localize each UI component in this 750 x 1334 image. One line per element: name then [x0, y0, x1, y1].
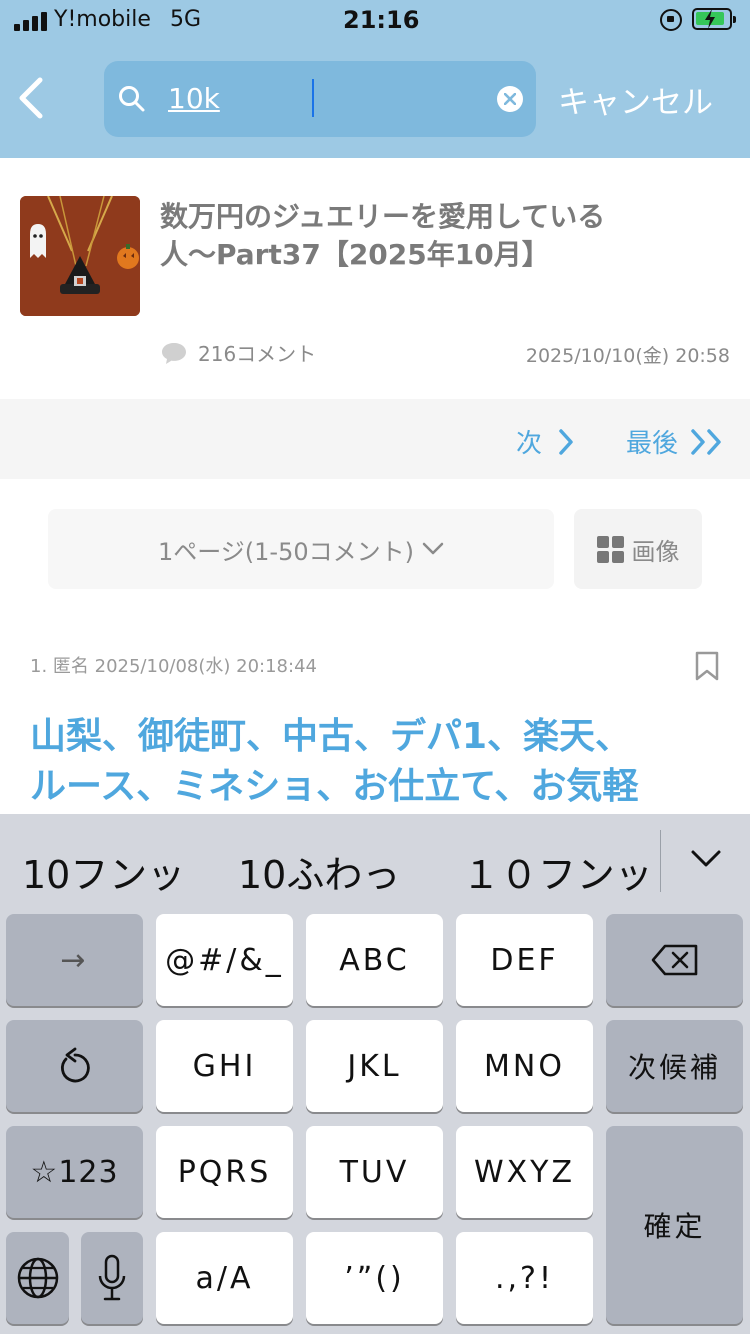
- thread-title-line-1: 数万円のジュエリーを愛用している: [160, 200, 606, 233]
- carrier-name: Y!mobile: [54, 7, 151, 32]
- expand-suggestions-button[interactable]: [690, 848, 722, 874]
- header: Y!mobile 5G 21:16 10k キャンセル: [0, 0, 750, 158]
- thread-title-line-2: 人〜Part37【2025年10月】: [160, 238, 550, 271]
- key-pqrs[interactable]: PQRS: [156, 1126, 293, 1218]
- undo-icon: [60, 1047, 90, 1083]
- key-ghi[interactable]: GHI: [156, 1020, 293, 1112]
- key-symbols[interactable]: @#/&_: [156, 914, 293, 1006]
- cancel-button[interactable]: キャンセル: [558, 77, 713, 122]
- comment-count-label: 216コメント: [198, 342, 317, 366]
- image-view-button[interactable]: 画像: [574, 509, 702, 589]
- battery-icon: [692, 8, 736, 30]
- key-backspace[interactable]: [606, 914, 743, 1006]
- status-bar: Y!mobile 5G 21:16: [0, 0, 750, 44]
- key-abc[interactable]: ABC: [306, 914, 443, 1006]
- search-input[interactable]: 10k: [168, 82, 220, 115]
- status-time: 21:16: [343, 6, 420, 34]
- clear-search-button[interactable]: [497, 86, 523, 112]
- grid-icon: [596, 535, 624, 563]
- key-jkl[interactable]: JKL: [306, 1020, 443, 1112]
- suggestion-3[interactable]: １０フンッ: [462, 844, 653, 899]
- last-page-link[interactable]: 最後: [626, 423, 726, 460]
- microphone-icon: [98, 1254, 126, 1301]
- thread-title[interactable]: 数万円のジュエリーを愛用している 人〜Part37【2025年10月】: [160, 198, 720, 274]
- key-wxyz[interactable]: WXYZ: [456, 1126, 593, 1218]
- key-globe[interactable]: [6, 1232, 69, 1324]
- key-undo[interactable]: [6, 1020, 143, 1112]
- key-confirm[interactable]: 確定: [606, 1126, 743, 1324]
- key-arrow[interactable]: →: [6, 914, 143, 1006]
- comment-body-line-2: ルース、ミネショ、お仕立て、お気軽: [30, 766, 639, 807]
- network-type: 5G: [170, 7, 202, 32]
- signal-icon: [14, 12, 47, 31]
- chevron-down-icon: [422, 542, 444, 555]
- speech-bubble-icon: [162, 342, 186, 364]
- next-label: 次: [516, 429, 543, 459]
- backspace-icon: [651, 944, 697, 976]
- next-page-link[interactable]: 次: [516, 423, 574, 460]
- key-case-toggle[interactable]: a/A: [156, 1232, 293, 1324]
- suggestion-bar: 10フンッ 10ふわっ １０フンッ: [0, 814, 750, 914]
- comment-meta: 1. 匿名 2025/10/08(水) 20:18:44: [30, 656, 317, 677]
- double-chevron-right-icon: [691, 428, 721, 455]
- key-tuv[interactable]: TUV: [306, 1126, 443, 1218]
- chevron-left-icon: [19, 77, 43, 119]
- image-button-label: 画像: [631, 537, 680, 566]
- suggestion-2[interactable]: 10ふわっ: [238, 844, 400, 899]
- key-quotes[interactable]: ’”(): [306, 1232, 443, 1324]
- globe-icon: [17, 1257, 58, 1299]
- thread-thumbnail[interactable]: [20, 196, 140, 316]
- suggestion-divider: [660, 830, 661, 892]
- pager: 次 最後: [0, 399, 750, 479]
- bookmark-button[interactable]: [694, 650, 720, 686]
- comment-body: 山梨、御徒町、中古、デパ1、楽天、 ルース、ミネショ、お仕立て、お気軽: [30, 712, 730, 814]
- comment-body-line-1: 山梨、御徒町、中古、デパ1、楽天、: [30, 716, 632, 757]
- software-keyboard: 10フンッ 10ふわっ １０フンッ → @#/&_ ABC DEF GHI JK…: [0, 814, 750, 1334]
- search-field[interactable]: 10k: [104, 61, 536, 137]
- rotation-lock-icon: [660, 9, 682, 31]
- key-microphone[interactable]: [81, 1232, 143, 1324]
- key-number-mode[interactable]: ☆123: [6, 1126, 143, 1218]
- thread-date: 2025/10/10(金) 20:58: [525, 345, 730, 367]
- comment-count: 216コメント: [160, 338, 316, 367]
- page-select-label: 1ページ(1-50コメント): [158, 537, 414, 566]
- suggestion-1[interactable]: 10フンッ: [22, 844, 185, 899]
- key-def[interactable]: DEF: [456, 914, 593, 1006]
- chevron-right-icon: [559, 428, 573, 455]
- thumbnail-image: [20, 196, 140, 316]
- back-button[interactable]: [14, 76, 54, 122]
- key-next-candidate[interactable]: 次候補: [606, 1020, 743, 1112]
- key-mno[interactable]: MNO: [456, 1020, 593, 1112]
- close-icon: [504, 93, 516, 105]
- page-select-dropdown[interactable]: 1ページ(1-50コメント): [48, 509, 554, 589]
- chevron-down-icon: [691, 850, 721, 867]
- bookmark-icon: [695, 651, 719, 681]
- key-punctuation[interactable]: .,?!: [456, 1232, 593, 1324]
- text-cursor: [312, 79, 314, 117]
- search-icon: [119, 86, 145, 112]
- last-label: 最後: [626, 429, 679, 459]
